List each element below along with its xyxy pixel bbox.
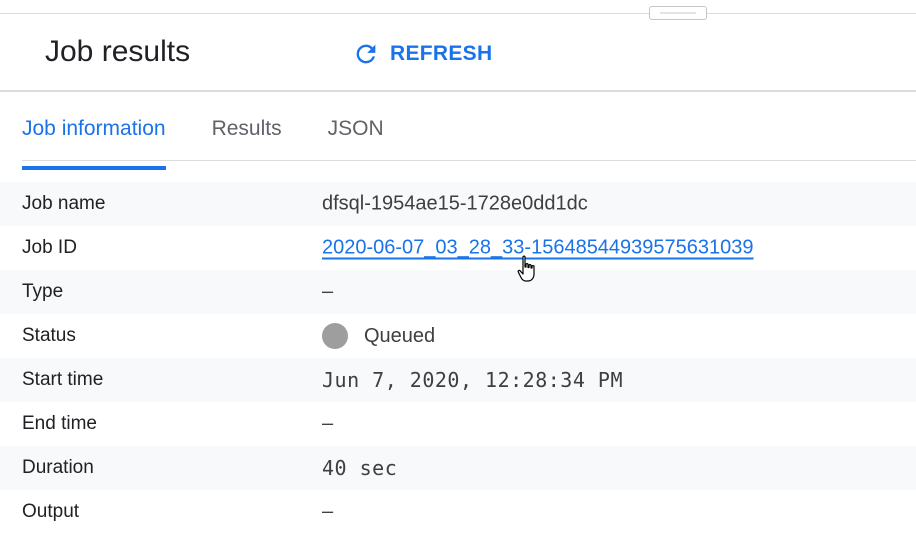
duration-label: Duration — [22, 457, 94, 478]
page-title: Job results — [45, 35, 191, 68]
tab-bar: Job information Results JSON — [22, 108, 430, 170]
start-time-value: Jun 7, 2020, 12:28:34 PM — [322, 368, 623, 392]
detail-row-end-time: End time – — [0, 402, 916, 446]
duration-value: 40 sec — [322, 456, 398, 480]
job-name-value: dfsql-1954ae15-1728e0dd1dc — [322, 192, 588, 215]
output-value: – — [322, 500, 334, 523]
detail-row-start-time: Start time Jun 7, 2020, 12:28:34 PM — [0, 358, 916, 402]
end-time-value: – — [322, 412, 334, 435]
end-time-label: End time — [22, 413, 97, 434]
detail-row-type: Type – — [0, 270, 916, 314]
tab-job-information[interactable]: Job information — [22, 108, 166, 170]
job-id-label: Job ID — [22, 237, 77, 258]
output-label: Output — [22, 501, 80, 522]
detail-row-status: Status Queued — [0, 314, 916, 358]
detail-row-output: Output – — [0, 490, 916, 534]
detail-row-job-name: Job name dfsql-1954ae15-1728e0dd1dc — [0, 182, 916, 226]
job-details-table: Job name dfsql-1954ae15-1728e0dd1dc Job … — [0, 182, 916, 534]
status-label: Status — [22, 325, 76, 346]
refresh-icon — [356, 44, 376, 64]
detail-row-job-id: Job ID 2020-06-07_03_28_33-1564854493957… — [0, 226, 916, 270]
refresh-label: REFRESH — [390, 42, 493, 65]
tab-results[interactable]: Results — [212, 108, 282, 160]
top-border — [0, 13, 916, 14]
type-value: – — [322, 280, 334, 303]
hand-pointer-icon — [517, 255, 535, 282]
tab-json[interactable]: JSON — [328, 108, 384, 160]
start-time-label: Start time — [22, 369, 104, 390]
status-text: Queued — [364, 324, 436, 347]
refresh-button[interactable]: REFRESH — [352, 38, 492, 70]
header-divider — [0, 90, 916, 92]
status-value: Queued — [322, 323, 435, 349]
detail-row-duration: Duration 40 sec — [0, 446, 916, 490]
panel-resize-handle[interactable] — [649, 6, 707, 20]
status-dot-icon — [322, 323, 348, 349]
tabs-divider — [22, 160, 916, 161]
job-name-label: Job name — [22, 193, 106, 214]
type-label: Type — [22, 281, 64, 302]
